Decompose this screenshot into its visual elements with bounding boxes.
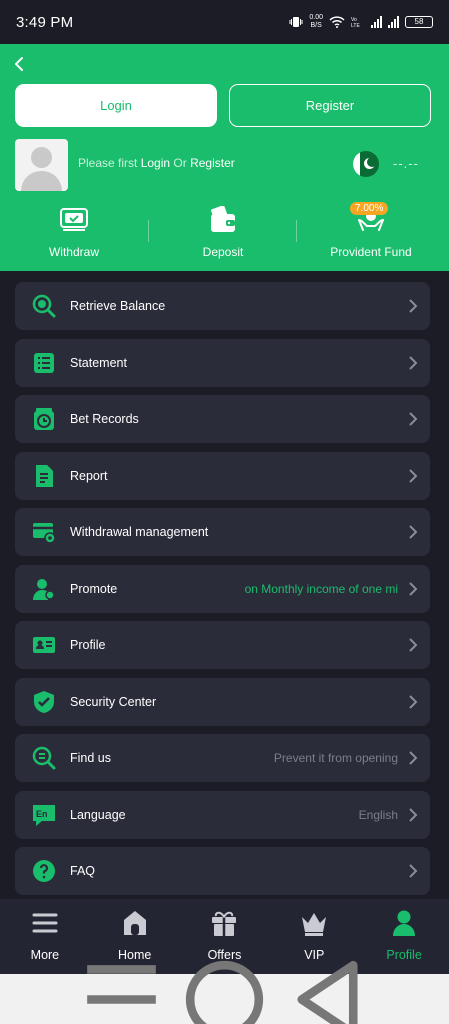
quick-divider <box>296 220 297 242</box>
promote-marquee-text: on Monthly income of one mi <box>244 581 398 596</box>
vibrate-icon <box>289 17 303 27</box>
recent-apps-icon[interactable] <box>70 948 173 1024</box>
login-hint: Please first Login Or Register <box>78 156 235 170</box>
magnifier-coin-icon <box>32 294 56 318</box>
chevron-right-icon <box>409 355 418 370</box>
user-promote-icon <box>33 578 55 600</box>
menu-item-faq[interactable]: FAQ <box>15 847 430 895</box>
menu-item-label: Promote <box>70 581 118 596</box>
home-circle-icon[interactable] <box>173 948 276 1024</box>
menu-item-find-us[interactable]: Find us Prevent it from opening <box>15 734 430 782</box>
quick-divider <box>148 220 149 242</box>
menu-item-label: Withdrawal management <box>70 525 209 539</box>
menu-item-report[interactable]: Report <box>15 451 430 500</box>
clock-icon <box>34 408 54 430</box>
wallet-icon <box>210 205 235 232</box>
menu-item-bet-records[interactable]: Bet Records <box>15 395 430 443</box>
menu-item-label: Language <box>70 807 126 822</box>
home-icon <box>123 911 146 935</box>
volte-icon: VoLTE <box>351 17 360 28</box>
menu-item-profile[interactable]: Profile <box>15 621 430 669</box>
provident-rate-badge: 7.00% <box>350 202 389 215</box>
menu-item-security-center[interactable]: Security Center <box>15 677 430 726</box>
menu-item-promote[interactable]: Promote on Monthly income of one mi <box>15 564 430 613</box>
document-icon <box>36 464 53 487</box>
user-icon <box>393 910 416 936</box>
chevron-right-icon <box>409 864 418 878</box>
system-nav-bar <box>0 960 449 1024</box>
login-button[interactable]: Login <box>15 84 217 127</box>
menu-item-label: Profile <box>70 638 106 652</box>
back-triangle-icon[interactable] <box>276 948 379 1024</box>
menu-item-label: Security Center <box>70 694 157 709</box>
deposit-button[interactable]: Deposit <box>164 205 282 259</box>
menu-item-value: English <box>358 807 398 822</box>
back-arrow-icon[interactable] <box>10 54 30 74</box>
signal-2-icon <box>388 16 399 28</box>
avatar[interactable] <box>15 139 68 191</box>
register-button[interactable]: Register <box>229 84 431 127</box>
network-speed-unit: B/S <box>310 22 322 29</box>
menu-item-label: Bet Records <box>70 412 139 426</box>
menu-item-withdrawal-management[interactable]: Withdrawal management <box>15 508 430 556</box>
svg-text:LTE: LTE <box>351 23 360 28</box>
balance-value: --.-- <box>393 156 419 171</box>
menu-item-retrieve-balance[interactable]: Retrieve Balance <box>15 282 430 330</box>
chevron-right-icon <box>409 412 418 426</box>
chevron-right-icon <box>409 525 418 539</box>
deposit-label: Deposit <box>202 245 244 259</box>
chevron-right-icon <box>409 638 418 652</box>
menu-item-label: FAQ <box>70 864 96 878</box>
magnifier-icon <box>32 746 56 770</box>
chevron-right-icon <box>409 751 418 765</box>
menu-item-label: Find us <box>70 751 111 765</box>
network-speed-value: 0.00 <box>309 14 323 21</box>
chevron-right-icon <box>409 468 418 483</box>
pakistan-flag-icon <box>353 151 379 177</box>
menu-item-label: Report <box>70 468 108 483</box>
svg-text:En: En <box>36 809 48 819</box>
shield-check-icon <box>34 690 54 713</box>
crown-icon <box>302 913 327 936</box>
network-speed: 0.00 B/S <box>309 14 323 30</box>
menu-item-label: Statement <box>70 355 127 370</box>
menu-item-value: Prevent it from opening <box>273 751 398 765</box>
account-menu: Retrieve Balance Statement Bet Records R… <box>15 282 430 904</box>
wallet-card-icon <box>60 208 88 231</box>
menu-item-language[interactable]: En Language English <box>15 790 430 839</box>
withdraw-button[interactable]: Withdraw <box>15 206 133 259</box>
profile-header: Login Register Please first Login Or Reg… <box>0 44 449 271</box>
gift-icon <box>212 911 237 936</box>
signal-icon <box>371 16 382 28</box>
login-hint-prefix: Please first <box>78 156 141 170</box>
id-card-icon <box>33 637 55 653</box>
chevron-right-icon <box>409 694 418 709</box>
login-hint-or: Or <box>170 156 191 170</box>
battery-icon: 58 <box>405 16 433 28</box>
chevron-right-icon <box>409 807 418 822</box>
wifi-icon <box>329 16 345 28</box>
status-time: 3:49 PM <box>16 13 74 31</box>
login-hint-register-link[interactable]: Register <box>190 156 235 170</box>
provident-fund-label: Provident Fund <box>330 245 412 259</box>
withdraw-label: Withdraw <box>48 245 99 259</box>
menu-item-label: Retrieve Balance <box>70 299 166 313</box>
menu-icon <box>32 913 58 933</box>
login-hint-login-link[interactable]: Login <box>141 156 170 170</box>
status-icons: 0.00 B/S Vo LTE 58 <box>289 14 433 30</box>
language-icon: En <box>33 804 55 826</box>
menu-item-statement[interactable]: Statement <box>15 338 430 387</box>
status-bar: 3:49 PM 0.00 B/S Vo LTE 58 <box>0 0 449 44</box>
question-icon <box>33 860 55 882</box>
list-icon <box>34 352 54 373</box>
chevron-right-icon <box>409 299 418 313</box>
chevron-right-icon <box>409 581 418 596</box>
card-gear-icon <box>33 523 56 544</box>
